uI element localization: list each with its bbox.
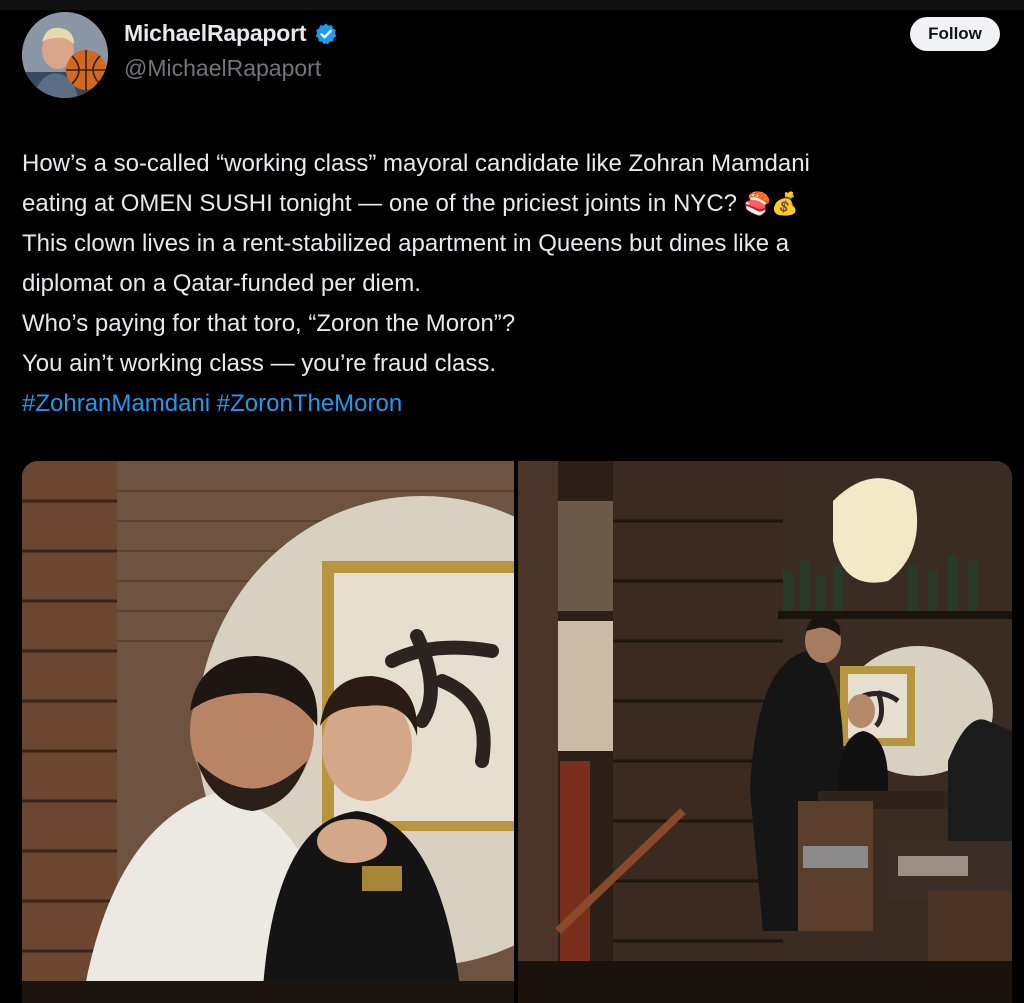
tweet-line-with-emoji: eating at OMEN SUSHI tonight — one of th… bbox=[22, 184, 1012, 224]
tweet-media bbox=[22, 461, 1012, 1003]
hashtag-link[interactable]: #ZoronTheMoron bbox=[217, 390, 402, 417]
booth-photo-image bbox=[22, 461, 514, 1003]
author-name-row: MichaelRapaport bbox=[124, 20, 338, 47]
restaurant-interior-photo[interactable] bbox=[518, 461, 1012, 1003]
verified-badge-icon bbox=[316, 23, 337, 44]
tweet-line: eating at OMEN SUSHI tonight — one of th… bbox=[22, 190, 737, 217]
tweet-line: You ain’t working class — you’re fraud c… bbox=[22, 350, 496, 377]
avatar-image bbox=[22, 12, 108, 98]
author-avatar[interactable] bbox=[22, 12, 108, 98]
author-handle[interactable]: @MichaelRapaport bbox=[124, 55, 321, 82]
tweet-line: Who’s paying for that toro, “Zoron the M… bbox=[22, 310, 516, 337]
restaurant-booth-photo[interactable] bbox=[22, 461, 514, 1003]
author-display-name[interactable]: MichaelRapaport bbox=[124, 20, 307, 47]
follow-button[interactable]: Follow bbox=[910, 17, 1000, 51]
tweet-line: How’s a so-called “working class” mayora… bbox=[22, 150, 810, 177]
sushi-emoji-icon: 🍣 bbox=[743, 191, 772, 216]
tweet-line: diplomat on a Qatar-funded per diem. bbox=[22, 270, 421, 297]
money-bag-emoji-icon: 💰 bbox=[771, 191, 799, 216]
hashtag-row: #ZohranMamdani #ZoronTheMoron bbox=[22, 384, 1012, 424]
tweet-line: This clown lives in a rent-stabilized ap… bbox=[22, 230, 790, 257]
hashtag-link[interactable]: #ZohranMamdani bbox=[22, 390, 210, 417]
tweet-text: How’s a so-called “working class” mayora… bbox=[22, 144, 1012, 424]
top-edge bbox=[0, 0, 1024, 10]
interior-photo-image bbox=[518, 461, 1012, 1003]
